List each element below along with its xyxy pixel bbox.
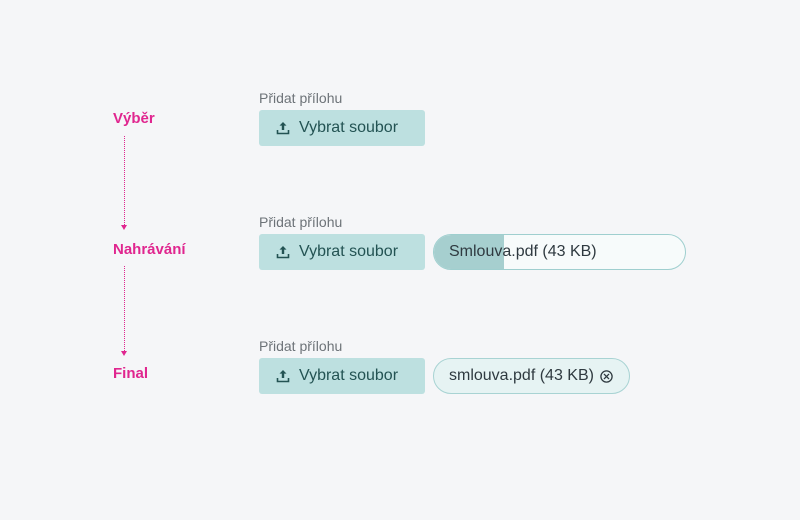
upload-progress-pill: Smlouva.pdf (43 KB) [433,234,686,270]
upload-icon [276,121,290,135]
uploading-file-name: Smlouva.pdf (43 KB) [449,243,597,260]
field-label: Přidat přílohu [259,214,343,230]
close-circle-icon[interactable] [600,369,613,383]
select-file-button[interactable]: Vybrat soubor [259,358,425,394]
field-label: Přidat přílohu [259,338,343,354]
stage-connector-arrow [121,136,127,230]
select-file-button-label: Vybrat soubor [299,243,399,260]
stage-label-nahravani: Nahrávání [113,241,186,258]
stage-connector-arrow [121,266,127,356]
stage-label-final: Final [113,365,149,382]
select-file-button[interactable]: Vybrat soubor [259,234,425,270]
field-label: Přidat přílohu [259,90,343,106]
attached-file-name: smlouva.pdf (43 KB) [449,367,594,384]
stage-label-vyber: Výběr [113,110,155,127]
select-file-button-label: Vybrat soubor [299,367,399,384]
select-file-button[interactable]: Vybrat soubor [259,110,425,146]
upload-icon [276,245,290,259]
select-file-button-label: Vybrat soubor [299,119,399,136]
attached-file-chip: smlouva.pdf (43 KB) [433,358,630,394]
upload-icon [276,369,290,383]
